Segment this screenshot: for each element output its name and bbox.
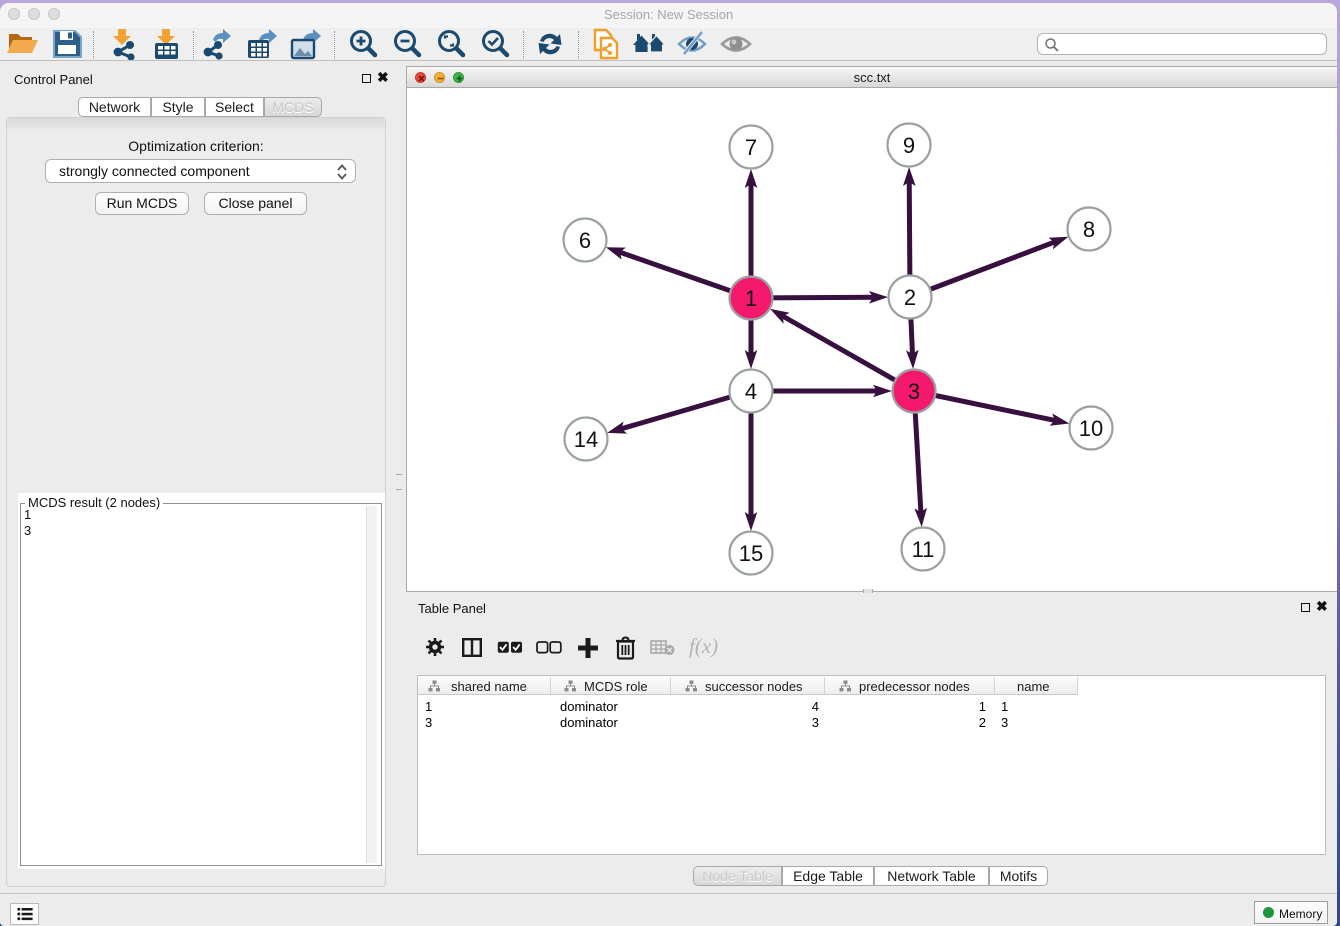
- svg-text:10: 10: [1079, 416, 1103, 441]
- svg-text:14: 14: [574, 427, 598, 452]
- svg-text:2: 2: [904, 285, 916, 310]
- svg-text:4: 4: [745, 379, 757, 404]
- svg-text:8: 8: [1083, 217, 1095, 242]
- svg-text:1: 1: [745, 286, 757, 311]
- svg-text:6: 6: [579, 228, 591, 253]
- svg-text:3: 3: [908, 379, 920, 404]
- svg-text:9: 9: [903, 133, 915, 158]
- svg-text:7: 7: [745, 135, 757, 160]
- svg-text:15: 15: [739, 541, 763, 566]
- svg-text:11: 11: [912, 537, 935, 562]
